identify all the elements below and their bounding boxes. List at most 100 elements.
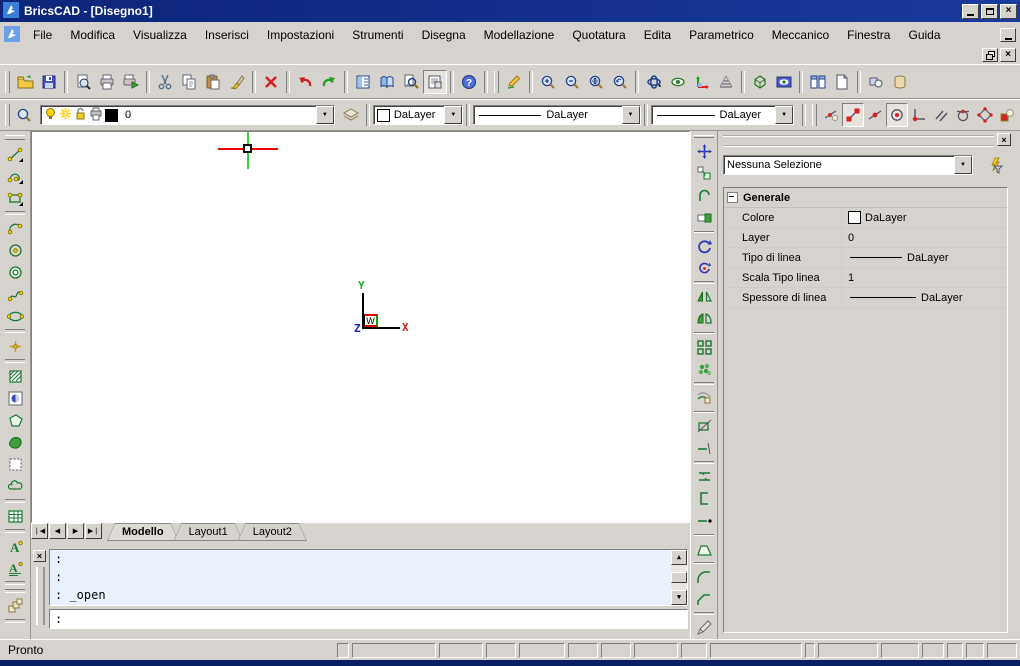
layer-on-icon[interactable] bbox=[44, 107, 57, 124]
look-from-icon[interactable] bbox=[666, 70, 690, 94]
menu-modifica[interactable]: Modifica bbox=[61, 25, 124, 45]
status-panel[interactable] bbox=[805, 643, 815, 658]
property-value[interactable]: DaLayer bbox=[842, 211, 1007, 224]
paste-icon[interactable] bbox=[201, 70, 225, 94]
break-icon[interactable] bbox=[692, 488, 716, 510]
snap-quadrant-icon[interactable] bbox=[974, 103, 996, 127]
command-grip[interactable] bbox=[36, 567, 45, 625]
menu-modellazione[interactable]: Modellazione bbox=[475, 25, 564, 45]
lineweight-combobox[interactable]: DaLayer ▼ bbox=[651, 105, 795, 125]
snap-endpoint-icon[interactable] bbox=[842, 103, 864, 127]
zoom-out-icon[interactable] bbox=[560, 70, 584, 94]
status-panel[interactable] bbox=[818, 643, 878, 658]
tab-layout2[interactable]: Layout2 bbox=[238, 523, 307, 541]
properties-icon[interactable] bbox=[351, 70, 375, 94]
toolbar-grip[interactable] bbox=[694, 135, 714, 138]
layer-explorer-icon[interactable] bbox=[13, 103, 37, 127]
toolbar-grip[interactable] bbox=[5, 104, 10, 126]
layer-dropdown-arrow[interactable]: ▼ bbox=[316, 106, 334, 124]
explode-icon[interactable] bbox=[692, 538, 716, 560]
gradient-icon[interactable] bbox=[3, 387, 27, 409]
mirror-3d-icon[interactable] bbox=[692, 308, 716, 330]
toolbar-grip[interactable] bbox=[5, 135, 25, 140]
menu-strumenti[interactable]: Strumenti bbox=[343, 25, 412, 45]
publish-icon[interactable] bbox=[119, 70, 143, 94]
collapse-icon[interactable] bbox=[727, 192, 738, 203]
mdi-close-button[interactable]: × bbox=[1000, 48, 1016, 62]
edit-polyline-icon[interactable] bbox=[692, 185, 716, 207]
status-panel[interactable] bbox=[681, 643, 707, 658]
status-panel[interactable] bbox=[601, 643, 631, 658]
color-combobox[interactable]: DaLayer ▼ bbox=[373, 105, 464, 125]
shade-icon[interactable] bbox=[748, 70, 772, 94]
linetype-combobox[interactable]: DaLayer ▼ bbox=[473, 105, 640, 125]
snap-tangent-icon[interactable] bbox=[952, 103, 974, 127]
tab-layout1[interactable]: Layout1 bbox=[174, 523, 243, 541]
new-window-icon[interactable] bbox=[830, 70, 854, 94]
rotate-icon[interactable] bbox=[692, 235, 716, 257]
insert-block-icon[interactable] bbox=[3, 595, 27, 617]
sketch-icon[interactable] bbox=[502, 70, 526, 94]
real-time-motion-icon[interactable] bbox=[642, 70, 666, 94]
menu-quotatura[interactable]: Quotatura bbox=[563, 25, 634, 45]
tab-previous-button[interactable]: ◀ bbox=[49, 523, 66, 539]
scroll-down-button[interactable]: ▼ bbox=[671, 590, 687, 605]
menu-disegna[interactable]: Disegna bbox=[413, 25, 475, 45]
tab-first-button[interactable]: ❘◀ bbox=[31, 523, 48, 539]
selection-combobox[interactable]: Nessuna Selezione ▼ bbox=[723, 155, 973, 175]
chamfer-icon[interactable] bbox=[692, 588, 716, 610]
lineweight-dropdown-arrow[interactable]: ▼ bbox=[775, 106, 793, 124]
rotate-3d-icon[interactable] bbox=[692, 257, 716, 279]
layer-color-swatch[interactable] bbox=[105, 109, 118, 122]
status-panel[interactable] bbox=[352, 643, 436, 658]
break-at-point-icon[interactable] bbox=[692, 510, 716, 532]
menu-file[interactable]: File bbox=[24, 25, 61, 45]
snap-insertion-icon[interactable] bbox=[996, 103, 1018, 127]
print-icon[interactable] bbox=[95, 70, 119, 94]
status-panel[interactable] bbox=[710, 643, 802, 658]
status-panel[interactable] bbox=[922, 643, 944, 658]
stretch-icon[interactable] bbox=[692, 207, 716, 229]
toolbar-grip[interactable] bbox=[5, 71, 10, 93]
snap-parallel-icon[interactable] bbox=[930, 103, 952, 127]
selection-dropdown-arrow[interactable]: ▼ bbox=[954, 156, 972, 174]
zoom-previous-icon[interactable] bbox=[608, 70, 632, 94]
mdi-restore-button[interactable] bbox=[982, 48, 998, 62]
entity-group-icon[interactable] bbox=[888, 70, 912, 94]
draworder-icon[interactable] bbox=[864, 70, 888, 94]
menu-visualizza[interactable]: Visualizza bbox=[124, 25, 196, 45]
ellipse-icon[interactable] bbox=[3, 305, 27, 327]
undo-icon[interactable] bbox=[293, 70, 317, 94]
tile-windows-icon[interactable] bbox=[806, 70, 830, 94]
menu-meccanico[interactable]: Meccanico bbox=[763, 25, 838, 45]
property-value[interactable]: 1 bbox=[842, 272, 1007, 284]
hatch-icon[interactable] bbox=[3, 365, 27, 387]
match-properties-icon[interactable] bbox=[225, 70, 249, 94]
toolbar-grip[interactable] bbox=[812, 104, 817, 126]
line-icon[interactable] bbox=[3, 143, 27, 165]
donut-icon[interactable] bbox=[3, 261, 27, 283]
status-panel[interactable] bbox=[337, 643, 349, 658]
save-icon[interactable] bbox=[37, 70, 61, 94]
copy-icon[interactable] bbox=[177, 70, 201, 94]
cut-icon[interactable] bbox=[153, 70, 177, 94]
property-value[interactable]: DaLayer bbox=[842, 252, 1007, 264]
spline-icon[interactable] bbox=[3, 283, 27, 305]
array-icon[interactable] bbox=[692, 336, 716, 358]
menu-inserisci[interactable]: Inserisci bbox=[196, 25, 258, 45]
trim-icon[interactable] bbox=[692, 415, 716, 437]
print-preview-icon[interactable] bbox=[71, 70, 95, 94]
rectangle-icon[interactable] bbox=[3, 187, 27, 209]
circle-icon[interactable] bbox=[3, 239, 27, 261]
polyline-icon[interactable] bbox=[3, 165, 27, 187]
point-icon[interactable] bbox=[3, 335, 27, 357]
join-icon[interactable] bbox=[692, 466, 716, 488]
layers-icon[interactable] bbox=[339, 103, 363, 127]
status-panel[interactable] bbox=[987, 643, 1017, 658]
status-panel[interactable] bbox=[881, 643, 919, 658]
fillet-icon[interactable] bbox=[692, 566, 716, 588]
status-panel[interactable] bbox=[568, 643, 598, 658]
tab-modello[interactable]: Modello bbox=[107, 523, 179, 541]
sketch-pencil-icon[interactable] bbox=[692, 617, 716, 639]
scroll-up-button[interactable]: ▲ bbox=[671, 550, 687, 565]
